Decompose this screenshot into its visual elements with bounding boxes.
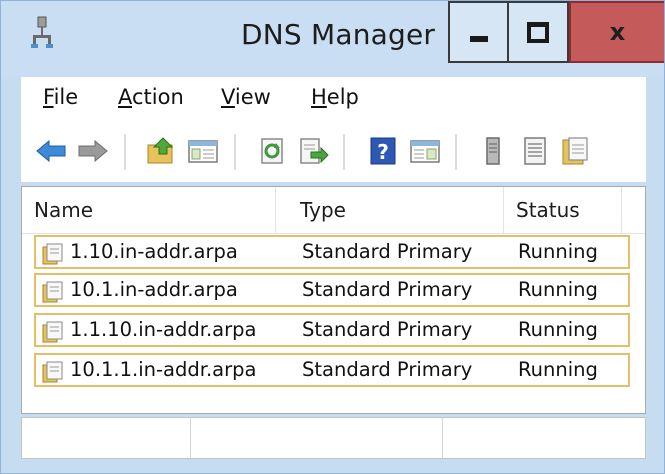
maximize-button[interactable]: [508, 1, 569, 63]
toolbar-separator: [234, 134, 236, 170]
zone-type: Standard Primary: [302, 240, 473, 263]
help-icon[interactable]: ?: [367, 136, 399, 166]
toolbar-separator: [343, 134, 345, 170]
status-bar: [21, 417, 646, 459]
zone-list: Name Type Status 1.10.in-addr.arpa Stand…: [21, 186, 646, 414]
status-pane: [22, 418, 191, 458]
minimize-button[interactable]: [448, 1, 508, 63]
menu-bar: File Action View Help: [21, 77, 646, 122]
status-pane: [190, 418, 443, 458]
zone-status: Running: [518, 318, 598, 341]
zone-file-icon: [42, 321, 63, 343]
maximize-icon: [527, 21, 549, 43]
menu-view[interactable]: View: [221, 85, 271, 109]
server-icon[interactable]: [477, 136, 509, 166]
export-list-icon[interactable]: [297, 136, 329, 166]
show-hide-action-pane-icon[interactable]: [409, 136, 441, 166]
dns-manager-window: DNS Manager x File Action View Help ? Na…: [0, 0, 665, 474]
minimize-icon: [469, 36, 488, 42]
dns-server-icon: [31, 16, 53, 48]
menu-file[interactable]: File: [43, 85, 78, 109]
table-row[interactable]: 10.1.1.in-addr.arpa Standard Primary Run…: [34, 353, 630, 387]
toolbar-separator: [124, 134, 126, 170]
close-button[interactable]: x: [569, 1, 664, 63]
zone-status: Running: [518, 358, 598, 381]
column-header-type[interactable]: Type: [276, 187, 504, 233]
zone-file-icon: [42, 281, 63, 303]
zone-name: 1.1.10.in-addr.arpa: [70, 318, 257, 341]
column-header-name[interactable]: Name: [22, 187, 276, 233]
back-arrow-icon[interactable]: [35, 136, 67, 166]
toolbar-separator: [455, 134, 457, 170]
menu-action[interactable]: Action: [118, 85, 184, 109]
svg-text:?: ?: [377, 140, 389, 164]
zone-name: 1.10.in-addr.arpa: [70, 240, 238, 263]
close-icon: x: [609, 18, 626, 46]
forward-arrow-icon[interactable]: [77, 136, 109, 166]
show-hide-console-tree-icon[interactable]: [187, 136, 219, 166]
zone-icon[interactable]: [559, 136, 591, 166]
zone-name: 10.1.1.in-addr.arpa: [70, 358, 257, 381]
zone-type: Standard Primary: [302, 278, 473, 301]
zone-type: Standard Primary: [302, 358, 473, 381]
toolbar: ?: [21, 122, 646, 182]
menu-help[interactable]: Help: [311, 85, 359, 109]
column-header-status[interactable]: Status: [504, 187, 622, 233]
window-title: DNS Manager: [241, 18, 436, 51]
zone-file-icon: [42, 361, 63, 383]
zone-status: Running: [518, 278, 598, 301]
table-row[interactable]: 1.10.in-addr.arpa Standard Primary Runni…: [34, 235, 630, 269]
table-row[interactable]: 10.1.in-addr.arpa Standard Primary Runni…: [34, 273, 630, 307]
up-folder-icon[interactable]: [145, 136, 177, 166]
properties-list-icon[interactable]: [519, 136, 551, 166]
list-header: Name Type Status: [22, 187, 645, 234]
title-bar[interactable]: DNS Manager x: [1, 1, 664, 77]
zone-status: Running: [518, 240, 598, 263]
zone-name: 10.1.in-addr.arpa: [70, 278, 238, 301]
zone-type: Standard Primary: [302, 318, 473, 341]
refresh-icon[interactable]: [257, 136, 289, 166]
zone-file-icon: [42, 243, 63, 265]
table-row[interactable]: 1.1.10.in-addr.arpa Standard Primary Run…: [34, 313, 630, 347]
